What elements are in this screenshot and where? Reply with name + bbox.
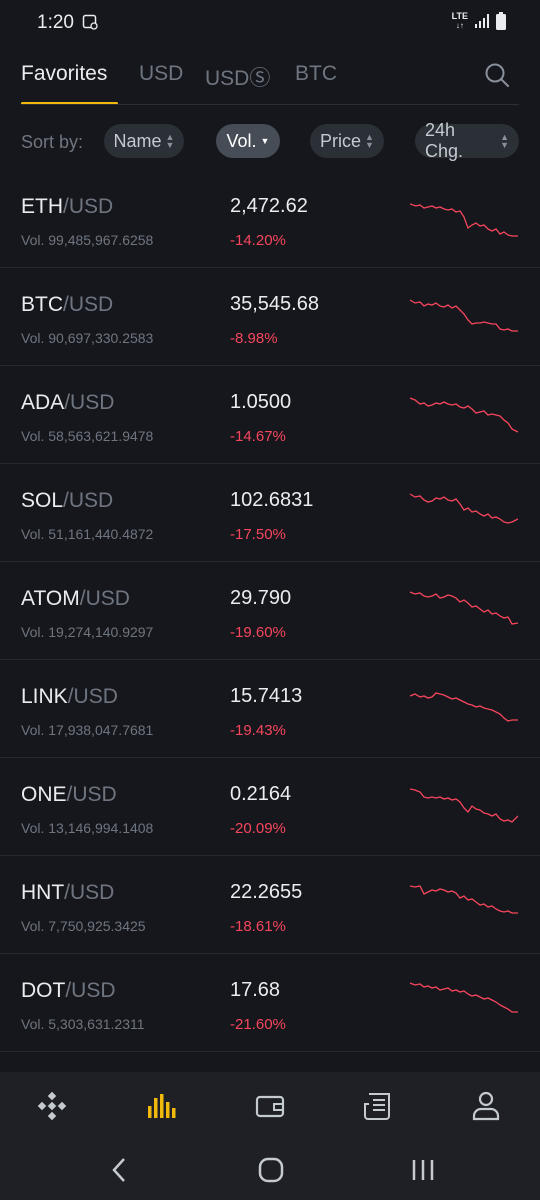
- volume-text: Vol. 99,485,967.6258: [21, 232, 154, 248]
- profile-icon[interactable]: [468, 1090, 504, 1122]
- markets-icon[interactable]: [144, 1090, 180, 1122]
- price-text: 22.2655: [230, 881, 303, 903]
- pair-label: ETH/USD: [21, 195, 114, 218]
- change-text: -21.60%: [230, 1016, 286, 1033]
- sort-down-icon: ▼: [260, 136, 270, 146]
- sparkline-chart: [410, 591, 518, 625]
- tab-favorites[interactable]: Favorites: [21, 62, 107, 86]
- price-text: 35,545.68: [230, 293, 319, 315]
- volume-text: Vol. 17,938,047.7681: [21, 722, 154, 738]
- market-row-ada[interactable]: ADA/USD Vol. 58,563,621.9478 1.0500 -14.…: [0, 366, 540, 464]
- sparkline-chart: [410, 982, 518, 1013]
- home-icon[interactable]: [34, 1090, 70, 1122]
- price-text: 102.6831: [230, 489, 314, 511]
- pair-label: BTC/USD: [21, 293, 114, 316]
- wallet-icon[interactable]: [252, 1090, 288, 1122]
- price-text: 29.790: [230, 587, 292, 609]
- sparkline-chart: [410, 203, 518, 237]
- sort-volume-button[interactable]: Vol. ▼: [216, 124, 280, 158]
- pair-label: HNT/USD: [21, 881, 115, 904]
- volume-text: Vol. 58,563,621.9478: [21, 428, 154, 444]
- news-icon[interactable]: [360, 1090, 396, 1122]
- market-row-eth[interactable]: ETH/USD Vol. 99,485,967.6258 2,472.62 -1…: [0, 170, 540, 268]
- sparkline-chart: [410, 397, 518, 433]
- sparkline-chart: [410, 493, 518, 524]
- change-text: -14.20%: [230, 232, 286, 249]
- pair-label: ADA/USD: [21, 391, 115, 414]
- sparkline-chart: [410, 692, 518, 722]
- market-tabs: Favorites USD USDⓈ BTC: [0, 52, 540, 106]
- market-row-btc[interactable]: BTC/USD Vol. 90,697,330.2583 35,545.68 -…: [0, 268, 540, 366]
- market-row-hnt[interactable]: HNT/USD Vol. 7,750,925.3425 22.2655 -18.…: [0, 856, 540, 954]
- sort-arrows-icon: ▲ ▼: [165, 132, 175, 150]
- price-text: 15.7413: [230, 685, 303, 707]
- market-row-atom[interactable]: ATOM/USD Vol. 19,274,140.9297 29.790 -19…: [0, 562, 540, 660]
- signal-icon: [475, 14, 489, 28]
- volume-text: Vol. 51,161,440.4872: [21, 526, 154, 542]
- price-text: 1.0500: [230, 391, 292, 413]
- back-icon[interactable]: [110, 1156, 130, 1184]
- market-row-link[interactable]: LINK/USD Vol. 17,938,047.7681 15.7413 -1…: [0, 660, 540, 758]
- tabs-divider: [21, 104, 519, 105]
- price-text: 2,472.62: [230, 195, 308, 217]
- pair-label: ONE/USD: [21, 783, 117, 806]
- volume-text: Vol. 90,697,330.2583: [21, 330, 154, 346]
- sparkline-chart: [410, 788, 518, 823]
- pair-label: SOL/USD: [21, 489, 114, 512]
- pair-label: DOT/USD: [21, 979, 116, 1002]
- change-text: -18.61%: [230, 918, 286, 935]
- sort-arrows-icon: ▲ ▼: [500, 132, 509, 150]
- pair-label: LINK/USD: [21, 685, 118, 708]
- network-indicator: LTE ↓↑: [451, 11, 468, 31]
- sort-price-button[interactable]: Price ▲ ▼: [310, 124, 384, 158]
- sort-row: Sort by: Name ▲ ▼ Vol. ▼ Price ▲ ▼ 24h Chg…: [0, 120, 540, 161]
- volume-text: Vol. 5,303,631.2311: [21, 1016, 145, 1032]
- tab-usd[interactable]: USD: [139, 62, 183, 86]
- tab-btc[interactable]: BTC: [295, 62, 337, 86]
- status-bar: 1:20 LTE ↓↑: [0, 0, 540, 46]
- volume-text: Vol. 7,750,925.3425: [21, 918, 146, 934]
- market-list: ETH/USD Vol. 99,485,967.6258 2,472.62 -1…: [0, 170, 540, 1052]
- sort-label: Sort by:: [21, 132, 84, 152]
- market-row-one[interactable]: ONE/USD Vol. 13,146,994.1408 0.2164 -20.…: [0, 758, 540, 856]
- price-text: 17.68: [230, 979, 281, 1001]
- change-text: -8.98%: [230, 330, 278, 347]
- bottom-navigation: [0, 1072, 540, 1142]
- market-row-dot[interactable]: DOT/USD Vol. 5,303,631.2311 17.68 -21.60…: [0, 954, 540, 1052]
- tab-usds[interactable]: USDⓈ: [205, 62, 270, 92]
- system-navigation: [0, 1142, 540, 1200]
- notification-icon: [82, 14, 98, 30]
- sort-name-button[interactable]: Name ▲ ▼: [104, 124, 184, 158]
- change-text: -19.60%: [230, 624, 286, 641]
- status-time: 1:20: [37, 12, 74, 33]
- volume-text: Vol. 19,274,140.9297: [21, 624, 154, 640]
- volume-text: Vol. 13,146,994.1408: [21, 820, 154, 836]
- sparkline-chart: [410, 299, 518, 332]
- change-text: -14.67%: [230, 428, 286, 445]
- market-row-sol[interactable]: SOL/USD Vol. 51,161,440.4872 102.6831 -1…: [0, 464, 540, 562]
- pair-label: ATOM/USD: [21, 587, 130, 610]
- price-text: 0.2164: [230, 783, 292, 805]
- sort-change-button[interactable]: 24h Chg. ▲ ▼: [415, 120, 519, 161]
- sparkline-chart: [410, 885, 518, 914]
- recent-apps-icon[interactable]: [410, 1156, 436, 1184]
- change-text: -19.43%: [230, 722, 286, 739]
- change-text: -20.09%: [230, 820, 286, 837]
- battery-icon: [496, 12, 506, 30]
- change-text: -17.50%: [230, 526, 286, 543]
- sort-arrows-icon: ▲ ▼: [365, 132, 374, 150]
- home-button-icon[interactable]: [257, 1156, 285, 1184]
- search-icon[interactable]: [484, 62, 510, 88]
